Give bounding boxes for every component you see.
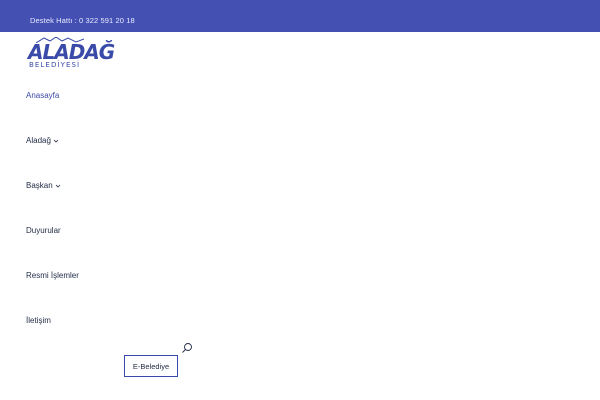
e-belediye-button[interactable]: E-Belediye (124, 355, 178, 377)
nav-item-aladag[interactable]: Aladağ (26, 136, 59, 145)
nav-item-anasayfa[interactable]: Anasayfa (26, 91, 59, 100)
support-hotline[interactable]: Destek Hattı : 0 322 591 20 18 (30, 16, 135, 25)
chevron-down-icon (55, 184, 60, 188)
page: Destek Hattı : 0 322 591 20 18 ALADAĞ BE… (0, 0, 600, 400)
nav-item-label: Başkan (26, 181, 53, 190)
logo-subtitle: BELEDİYESİ (29, 61, 81, 69)
search-icon[interactable] (181, 342, 193, 354)
nav-item-label: Resmi İşlemler (26, 271, 79, 280)
nav-item-label: Duyurular (26, 226, 61, 235)
nav-item-duyurular[interactable]: Duyurular (26, 226, 61, 235)
nav-item-baskan[interactable]: Başkan (26, 181, 61, 190)
nav-item-label: İletişim (26, 316, 51, 325)
nav-item-resmi-islemler[interactable]: Resmi İşlemler (26, 271, 79, 280)
nav-item-iletisim[interactable]: İletişim (26, 316, 51, 325)
site-logo[interactable]: ALADAĞ BELEDİYESİ (26, 37, 115, 74)
nav-item-label: Anasayfa (26, 91, 60, 100)
nav-item-label: Aladağ (26, 136, 51, 145)
chevron-down-icon (53, 139, 59, 143)
top-bar: Destek Hattı : 0 322 591 20 18 (0, 0, 600, 32)
